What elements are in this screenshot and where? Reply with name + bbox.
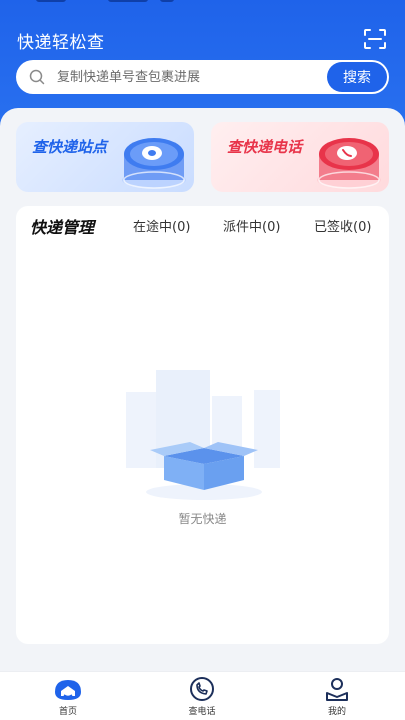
tab-signed[interactable]: 已签收(0) [314,216,371,235]
status-bar-remnant [0,0,405,6]
phone-icon [190,677,214,701]
search-input[interactable] [57,60,327,94]
parcel-management-panel: 快递管理 在途中(0) 派件中(0) 已签收(0) 暂无快递 [16,206,389,644]
app-title: 快递轻松查 [17,33,105,53]
find-phone-card[interactable]: 查快递电话 [211,122,389,192]
empty-box-illustration [126,370,280,500]
empty-state-text: 暂无快递 [178,512,227,526]
nav-item-home[interactable]: 首页 [28,676,108,717]
tab-delivering[interactable]: 派件中(0) [223,216,280,235]
nav-label-phone: 查电话 [188,707,216,717]
nav-item-mine[interactable]: 我的 [297,676,377,717]
search-bar: 搜索 [16,60,389,94]
scan-button[interactable] [363,28,387,50]
search-button[interactable]: 搜索 [327,62,387,92]
search-icon [29,69,45,85]
scan-icon [364,29,386,49]
manage-title: 快递管理 [30,218,95,237]
phone-disc-icon [317,138,381,189]
nav-label-home: 首页 [58,707,77,717]
station-disc-icon [122,138,186,189]
home-icon [55,680,81,700]
find-station-label: 查快递站点 [32,138,108,156]
nav-label-mine: 我的 [327,707,346,717]
nav-item-phone-lookup[interactable]: 查电话 [162,676,242,717]
find-phone-label: 查快递电话 [227,138,303,156]
tab-in-transit[interactable]: 在途中(0) [133,216,190,235]
profile-icon [326,678,348,701]
bottom-navigation: 首页 查电话 我的 [0,671,405,720]
find-station-card[interactable]: 查快递站点 [16,122,194,192]
